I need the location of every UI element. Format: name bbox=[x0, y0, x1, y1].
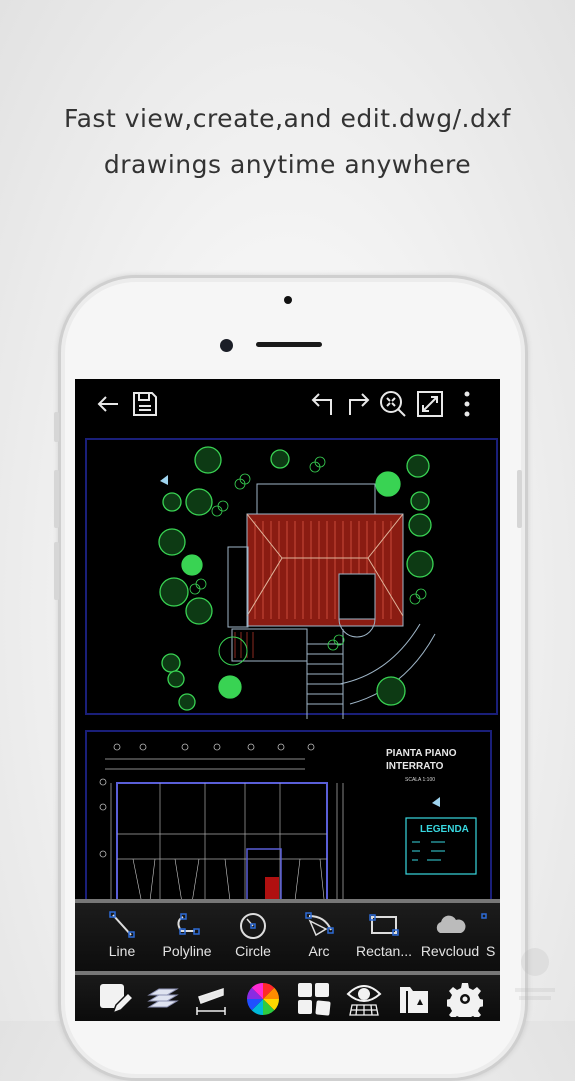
arc-tool-icon bbox=[305, 912, 334, 937]
view-grid-eye-icon[interactable] bbox=[346, 981, 382, 1017]
partial-tool-icon bbox=[481, 913, 487, 919]
tool-rectangle-label: Rectan... bbox=[355, 943, 413, 959]
polyline-tool-icon bbox=[177, 913, 200, 935]
volume-down-button bbox=[54, 542, 59, 600]
sheet-2-title-1: PIANTA PIANO bbox=[386, 748, 457, 759]
north-arrow-1 bbox=[160, 475, 168, 485]
headline-line-2: drawings anytime anywhere bbox=[103, 150, 472, 179]
tool-revcloud[interactable]: Revcloud bbox=[417, 909, 483, 969]
volume-up-button bbox=[54, 470, 59, 528]
edit-pencil-icon[interactable] bbox=[97, 981, 135, 1017]
blocks-icon[interactable] bbox=[296, 981, 332, 1017]
measure-ruler-icon[interactable] bbox=[193, 981, 229, 1017]
headline-line-1: Fast view,create,and edit.dwg/.dxf bbox=[64, 104, 511, 133]
save-icon[interactable] bbox=[130, 389, 160, 419]
tool-circle[interactable]: Circle bbox=[220, 909, 286, 969]
circle-tool-icon bbox=[240, 913, 266, 939]
tool-arc[interactable]: Arc bbox=[286, 909, 352, 969]
proximity-sensor bbox=[284, 296, 292, 304]
basement-plan bbox=[99, 743, 344, 914]
tool-polyline-label: Polyline bbox=[162, 943, 212, 959]
fullscreen-icon[interactable] bbox=[415, 389, 445, 419]
mute-switch bbox=[54, 412, 59, 442]
zoom-extents-icon[interactable] bbox=[378, 389, 408, 419]
legend-title: LEGENDA bbox=[420, 824, 469, 835]
revcloud-tool-icon bbox=[436, 915, 466, 933]
undo-icon[interactable] bbox=[308, 389, 338, 419]
sheet-2-scale: SCALA 1:100 bbox=[405, 777, 435, 783]
sheet-2-title-2: INTERRATO bbox=[386, 761, 444, 772]
utility-tools-bar bbox=[75, 971, 500, 1021]
tool-arc-label: Arc bbox=[308, 943, 330, 959]
tool-circle-label: Circle bbox=[235, 943, 271, 959]
tool-partial[interactable]: S bbox=[480, 909, 500, 969]
app-screen: PIANTA PIANO INTERRATO SCALA 1:100 LEGEN… bbox=[75, 379, 500, 1021]
tool-line-label: Line bbox=[108, 943, 136, 959]
redo-icon[interactable] bbox=[343, 389, 373, 419]
rectangle-tool-icon bbox=[369, 914, 399, 936]
tool-partial-label: S bbox=[486, 943, 496, 959]
back-arrow-icon[interactable] bbox=[93, 389, 123, 419]
drawing-canvas[interactable]: PIANTA PIANO INTERRATO SCALA 1:100 LEGEN… bbox=[75, 429, 500, 914]
tool-line[interactable]: Line bbox=[89, 909, 155, 969]
watermark-logo bbox=[515, 948, 555, 1000]
earpiece-speaker bbox=[256, 342, 322, 347]
tool-polyline[interactable]: Polyline bbox=[154, 909, 220, 969]
settings-gear-icon[interactable] bbox=[445, 981, 485, 1021]
tool-rectangle[interactable]: Rectan... bbox=[351, 909, 417, 969]
top-toolbar bbox=[75, 379, 500, 429]
north-arrow-2 bbox=[432, 797, 440, 807]
tool-revcloud-label: Revcloud bbox=[420, 943, 480, 959]
layers-icon[interactable] bbox=[145, 981, 181, 1017]
color-wheel-icon[interactable] bbox=[245, 981, 281, 1017]
file-folder-icon[interactable] bbox=[396, 981, 432, 1017]
line-tool-icon bbox=[109, 911, 135, 938]
front-camera bbox=[220, 339, 233, 352]
more-vertical-icon[interactable] bbox=[452, 389, 482, 419]
draw-tools-bar: Line Polyline Circle Arc Rectan... Revcl… bbox=[75, 899, 500, 971]
power-button bbox=[517, 470, 522, 528]
